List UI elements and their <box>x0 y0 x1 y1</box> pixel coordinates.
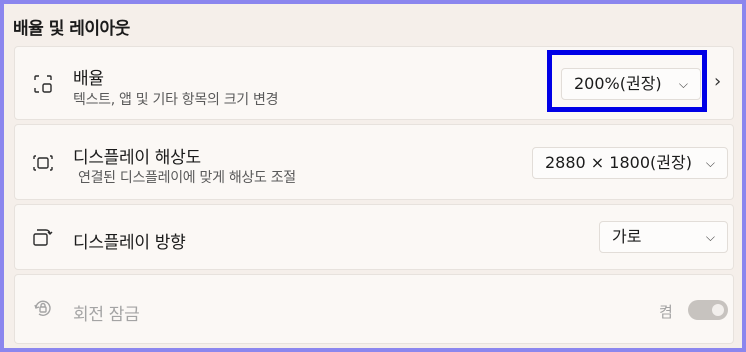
rotation-lock-icon <box>32 297 54 319</box>
chevron-down-icon: ⌵ <box>705 156 715 170</box>
scale-label: 배율 <box>73 69 104 89</box>
orientation-label: 디스플레이 방향 <box>73 233 186 253</box>
chevron-down-icon: ⌵ <box>705 230 715 244</box>
chevron-right-icon[interactable]: › <box>714 71 721 92</box>
rotation-lock-toggle[interactable] <box>688 300 728 320</box>
resolution-dropdown[interactable]: 2880 × 1800(권장) ⌵ <box>532 147 728 179</box>
resolution-description: 연결된 디스플레이에 맞게 해상도 조절 <box>78 170 296 186</box>
scale-description: 텍스트, 앱 및 기타 항목의 크기 변경 <box>73 92 279 108</box>
resolution-label: 디스플레이 해상도 <box>73 148 201 168</box>
resolution-setting-card[interactable]: 디스플레이 해상도 연결된 디스플레이에 맞게 해상도 조절 2880 × 18… <box>14 124 734 200</box>
rotation-lock-label: 회전 잠금 <box>73 305 140 325</box>
scale-icon <box>32 73 54 95</box>
resolution-dropdown-value: 2880 × 1800(권장) <box>545 153 692 172</box>
highlight-box <box>547 50 707 112</box>
orientation-dropdown[interactable]: 가로 ⌵ <box>599 221 728 253</box>
toggle-knob <box>712 304 724 316</box>
display-resolution-icon <box>32 152 54 174</box>
rotation-lock-setting-card: 회전 잠금 켬 <box>14 274 734 344</box>
rotation-lock-state-label: 켬 <box>659 303 673 321</box>
orientation-setting-card[interactable]: 디스플레이 방향 가로 ⌵ <box>14 204 734 270</box>
orientation-dropdown-value: 가로 <box>612 227 642 246</box>
display-orientation-icon <box>32 227 54 249</box>
section-title: 배율 및 레이아웃 <box>13 19 130 39</box>
settings-window: 배율 및 레이아웃 배율 텍스트, 앱 및 기타 항목의 크기 변경 200%(… <box>0 0 746 352</box>
